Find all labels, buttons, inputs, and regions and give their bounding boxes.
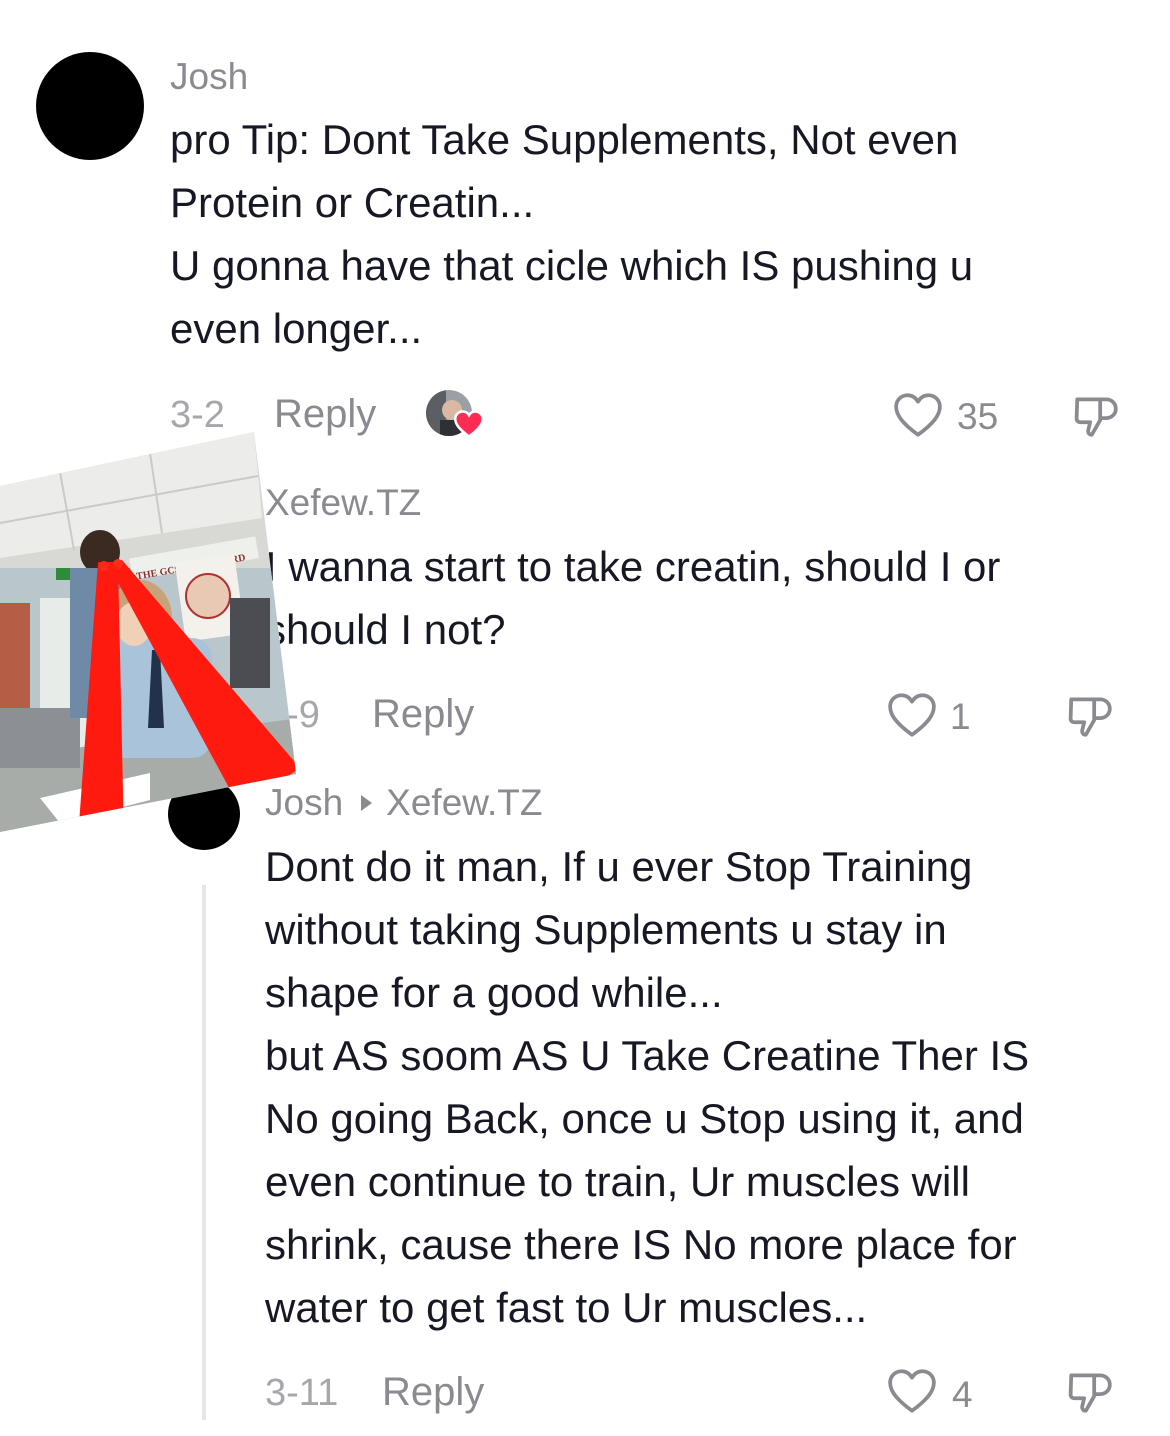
heart-outline-icon	[888, 1369, 936, 1413]
comment-username[interactable]: Josh	[170, 56, 248, 98]
comment-line: I wanna start to take creatin, should I …	[265, 543, 1001, 590]
comment-line: without taking Supplements u stay in	[265, 906, 947, 953]
like-count: 35	[957, 396, 999, 437]
creator-liked-badge	[426, 390, 490, 440]
comment-line: should I not?	[265, 606, 506, 653]
avatar-josh[interactable]	[36, 52, 144, 160]
like-count: 1	[950, 696, 971, 737]
reply-button[interactable]: Reply	[372, 692, 474, 737]
comment-line: pro Tip: Dont Take Supplements, Not even	[170, 116, 959, 163]
reply-arrow-icon	[361, 795, 373, 811]
thumbs-down-icon	[1074, 397, 1118, 437]
like-count: 4	[952, 1374, 973, 1415]
comment-text: pro Tip: Dont Take Supplements, Not even…	[170, 108, 1130, 360]
comment-line: No going Back, once u Stop using it, and	[265, 1095, 1024, 1142]
comment-line: Dont do it man, If u ever Stop Training	[265, 843, 973, 890]
comment-line: water to get fast to Ur muscles...	[265, 1284, 868, 1331]
like-button[interactable]	[884, 1364, 940, 1418]
dislike-button[interactable]	[1062, 688, 1118, 744]
overlay-photo: THE GCSE IN... BOARD	[0, 432, 296, 832]
heart-outline-icon	[894, 393, 942, 437]
comment-text: I wanna start to take creatin, should I …	[265, 535, 1145, 661]
comment-text: Dont do it man, If u ever Stop Training …	[265, 835, 1155, 1339]
thumbs-down-icon	[1068, 1373, 1112, 1413]
reply-thread-line	[202, 885, 206, 1420]
dislike-button[interactable]	[1068, 388, 1124, 444]
like-button[interactable]	[890, 388, 946, 442]
comment-line: even continue to train, Ur muscles will	[265, 1158, 970, 1205]
like-button[interactable]	[884, 688, 940, 742]
comment-line: Protein or Creatin...	[170, 179, 535, 226]
comment-line: but AS soom AS U Take Creatine Ther IS	[265, 1032, 1030, 1079]
dislike-button[interactable]	[1062, 1364, 1118, 1420]
comment-date: 3-11	[265, 1372, 339, 1414]
comment-line: shape for a good while...	[265, 969, 723, 1016]
thumbs-down-icon	[1068, 697, 1112, 737]
heart-outline-icon	[888, 693, 936, 737]
comment-line: U gonna have that cicle which IS pushing…	[170, 242, 974, 289]
creator-liked-heart-icon	[454, 410, 484, 438]
reply-to-username[interactable]: Xefew.TZ	[386, 782, 542, 823]
reply-header: Josh Xefew.TZ	[265, 782, 542, 824]
reply-button[interactable]: Reply	[382, 1370, 484, 1415]
comment-line: even longer...	[170, 305, 423, 352]
comment-line: shrink, cause there IS No more place for	[265, 1221, 1017, 1268]
